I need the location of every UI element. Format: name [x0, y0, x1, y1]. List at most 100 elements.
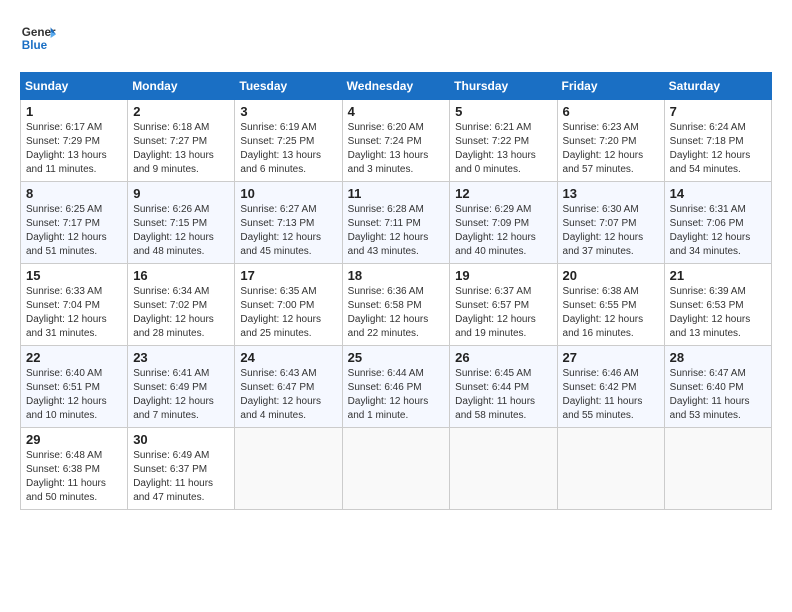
calendar-week-row: 22 Sunrise: 6:40 AM Sunset: 6:51 PM Dayli…	[21, 346, 772, 428]
day-info: Sunrise: 6:17 AM Sunset: 7:29 PM Dayligh…	[26, 121, 122, 177]
day-number: 10	[240, 186, 336, 201]
day-number: 8	[26, 186, 122, 201]
calendar-cell: 21 Sunrise: 6:39 AM Sunset: 6:53 PM Dayli…	[664, 264, 771, 346]
calendar-cell: 4 Sunrise: 6:20 AM Sunset: 7:24 PM Daylig…	[342, 100, 450, 182]
day-number: 20	[563, 268, 659, 283]
day-info: Sunrise: 6:43 AM Sunset: 6:47 PM Dayligh…	[240, 367, 336, 423]
day-number: 24	[240, 350, 336, 365]
day-number: 30	[133, 432, 229, 447]
day-info: Sunrise: 6:34 AM Sunset: 7:02 PM Dayligh…	[133, 285, 229, 341]
calendar-cell: 13 Sunrise: 6:30 AM Sunset: 7:07 PM Dayli…	[557, 182, 664, 264]
day-number: 9	[133, 186, 229, 201]
day-number: 25	[348, 350, 445, 365]
day-info: Sunrise: 6:21 AM Sunset: 7:22 PM Dayligh…	[455, 121, 551, 177]
day-info: Sunrise: 6:30 AM Sunset: 7:07 PM Dayligh…	[563, 203, 659, 259]
day-info: Sunrise: 6:37 AM Sunset: 6:57 PM Dayligh…	[455, 285, 551, 341]
calendar-cell: 20 Sunrise: 6:38 AM Sunset: 6:55 PM Dayli…	[557, 264, 664, 346]
day-info: Sunrise: 6:35 AM Sunset: 7:00 PM Dayligh…	[240, 285, 336, 341]
day-number: 4	[348, 104, 445, 119]
day-number: 1	[26, 104, 122, 119]
day-number: 21	[670, 268, 766, 283]
calendar-cell: 15Sunrise: 6:33 AM Sunset: 7:04 PM Dayli…	[21, 264, 128, 346]
calendar-cell: 8 Sunrise: 6:25 AM Sunset: 7:17 PM Daylig…	[21, 182, 128, 264]
day-number: 18	[348, 268, 445, 283]
day-info: Sunrise: 6:45 AM Sunset: 6:44 PM Dayligh…	[455, 367, 551, 423]
calendar-cell: 17 Sunrise: 6:35 AM Sunset: 7:00 PM Dayli…	[235, 264, 342, 346]
calendar-cell: 6 Sunrise: 6:23 AM Sunset: 7:20 PM Daylig…	[557, 100, 664, 182]
day-info: Sunrise: 6:27 AM Sunset: 7:13 PM Dayligh…	[240, 203, 336, 259]
day-info: Sunrise: 6:38 AM Sunset: 6:55 PM Dayligh…	[563, 285, 659, 341]
calendar-cell	[557, 428, 664, 510]
day-info: Sunrise: 6:41 AM Sunset: 6:49 PM Dayligh…	[133, 367, 229, 423]
svg-text:Blue: Blue	[22, 39, 48, 52]
day-number: 28	[670, 350, 766, 365]
day-number: 2	[133, 104, 229, 119]
day-number: 19	[455, 268, 551, 283]
day-number: 6	[563, 104, 659, 119]
calendar-week-row: 1 Sunrise: 6:17 AM Sunset: 7:29 PM Daylig…	[21, 100, 772, 182]
day-number: 17	[240, 268, 336, 283]
calendar-week-row: 15Sunrise: 6:33 AM Sunset: 7:04 PM Dayli…	[21, 264, 772, 346]
calendar-cell: 1 Sunrise: 6:17 AM Sunset: 7:29 PM Daylig…	[21, 100, 128, 182]
calendar-header-row: SundayMondayTuesdayWednesdayThursdayFrid…	[21, 73, 772, 100]
calendar-cell: 28 Sunrise: 6:47 AM Sunset: 6:40 PM Dayli…	[664, 346, 771, 428]
calendar-cell: 12 Sunrise: 6:29 AM Sunset: 7:09 PM Dayli…	[450, 182, 557, 264]
calendar-cell: 30Sunrise: 6:49 AM Sunset: 6:37 PM Dayli…	[128, 428, 235, 510]
calendar-cell	[235, 428, 342, 510]
logo-icon: General Blue	[20, 20, 56, 56]
calendar-cell: 3 Sunrise: 6:19 AM Sunset: 7:25 PM Daylig…	[235, 100, 342, 182]
calendar-cell: 19 Sunrise: 6:37 AM Sunset: 6:57 PM Dayli…	[450, 264, 557, 346]
day-info: Sunrise: 6:20 AM Sunset: 7:24 PM Dayligh…	[348, 121, 445, 177]
calendar-cell: 26 Sunrise: 6:45 AM Sunset: 6:44 PM Dayli…	[450, 346, 557, 428]
day-info: Sunrise: 6:25 AM Sunset: 7:17 PM Dayligh…	[26, 203, 122, 259]
day-number: 29	[26, 432, 122, 447]
day-info: Sunrise: 6:19 AM Sunset: 7:25 PM Dayligh…	[240, 121, 336, 177]
day-info: Sunrise: 6:31 AM Sunset: 7:06 PM Dayligh…	[670, 203, 766, 259]
day-info: Sunrise: 6:33 AM Sunset: 7:04 PM Dayligh…	[26, 285, 122, 341]
day-number: 7	[670, 104, 766, 119]
calendar-cell	[342, 428, 450, 510]
day-number: 5	[455, 104, 551, 119]
day-info: Sunrise: 6:44 AM Sunset: 6:46 PM Dayligh…	[348, 367, 445, 423]
calendar-cell: 22 Sunrise: 6:40 AM Sunset: 6:51 PM Dayli…	[21, 346, 128, 428]
calendar-cell: 25 Sunrise: 6:44 AM Sunset: 6:46 PM Dayli…	[342, 346, 450, 428]
calendar-cell: 16 Sunrise: 6:34 AM Sunset: 7:02 PM Dayli…	[128, 264, 235, 346]
day-number: 3	[240, 104, 336, 119]
calendar-cell: 29Sunrise: 6:48 AM Sunset: 6:38 PM Dayli…	[21, 428, 128, 510]
calendar-cell: 5 Sunrise: 6:21 AM Sunset: 7:22 PM Daylig…	[450, 100, 557, 182]
weekday-header: Sunday	[21, 73, 128, 100]
calendar-cell	[664, 428, 771, 510]
day-info: Sunrise: 6:36 AM Sunset: 6:58 PM Dayligh…	[348, 285, 445, 341]
day-info: Sunrise: 6:28 AM Sunset: 7:11 PM Dayligh…	[348, 203, 445, 259]
calendar-cell: 7 Sunrise: 6:24 AM Sunset: 7:18 PM Daylig…	[664, 100, 771, 182]
day-number: 12	[455, 186, 551, 201]
day-info: Sunrise: 6:23 AM Sunset: 7:20 PM Dayligh…	[563, 121, 659, 177]
day-info: Sunrise: 6:18 AM Sunset: 7:27 PM Dayligh…	[133, 121, 229, 177]
day-number: 16	[133, 268, 229, 283]
calendar-week-row: 8 Sunrise: 6:25 AM Sunset: 7:17 PM Daylig…	[21, 182, 772, 264]
day-info: Sunrise: 6:40 AM Sunset: 6:51 PM Dayligh…	[26, 367, 122, 423]
page-header: General Blue	[20, 20, 772, 56]
calendar-cell: 11Sunrise: 6:28 AM Sunset: 7:11 PM Dayli…	[342, 182, 450, 264]
weekday-header: Wednesday	[342, 73, 450, 100]
day-info: Sunrise: 6:26 AM Sunset: 7:15 PM Dayligh…	[133, 203, 229, 259]
calendar-cell: 9 Sunrise: 6:26 AM Sunset: 7:15 PM Daylig…	[128, 182, 235, 264]
calendar-cell: 23 Sunrise: 6:41 AM Sunset: 6:49 PM Dayli…	[128, 346, 235, 428]
day-number: 26	[455, 350, 551, 365]
calendar-cell: 27Sunrise: 6:46 AM Sunset: 6:42 PM Dayli…	[557, 346, 664, 428]
day-number: 22	[26, 350, 122, 365]
day-info: Sunrise: 6:39 AM Sunset: 6:53 PM Dayligh…	[670, 285, 766, 341]
day-number: 23	[133, 350, 229, 365]
calendar-cell: 14Sunrise: 6:31 AM Sunset: 7:06 PM Dayli…	[664, 182, 771, 264]
day-info: Sunrise: 6:47 AM Sunset: 6:40 PM Dayligh…	[670, 367, 766, 423]
weekday-header: Saturday	[664, 73, 771, 100]
calendar-cell: 24 Sunrise: 6:43 AM Sunset: 6:47 PM Dayli…	[235, 346, 342, 428]
day-number: 13	[563, 186, 659, 201]
day-info: Sunrise: 6:24 AM Sunset: 7:18 PM Dayligh…	[670, 121, 766, 177]
calendar-table: SundayMondayTuesdayWednesdayThursdayFrid…	[20, 72, 772, 510]
calendar-cell	[450, 428, 557, 510]
calendar-cell: 2 Sunrise: 6:18 AM Sunset: 7:27 PM Daylig…	[128, 100, 235, 182]
calendar-cell: 18 Sunrise: 6:36 AM Sunset: 6:58 PM Dayli…	[342, 264, 450, 346]
day-info: Sunrise: 6:29 AM Sunset: 7:09 PM Dayligh…	[455, 203, 551, 259]
calendar-cell: 10 Sunrise: 6:27 AM Sunset: 7:13 PM Dayli…	[235, 182, 342, 264]
